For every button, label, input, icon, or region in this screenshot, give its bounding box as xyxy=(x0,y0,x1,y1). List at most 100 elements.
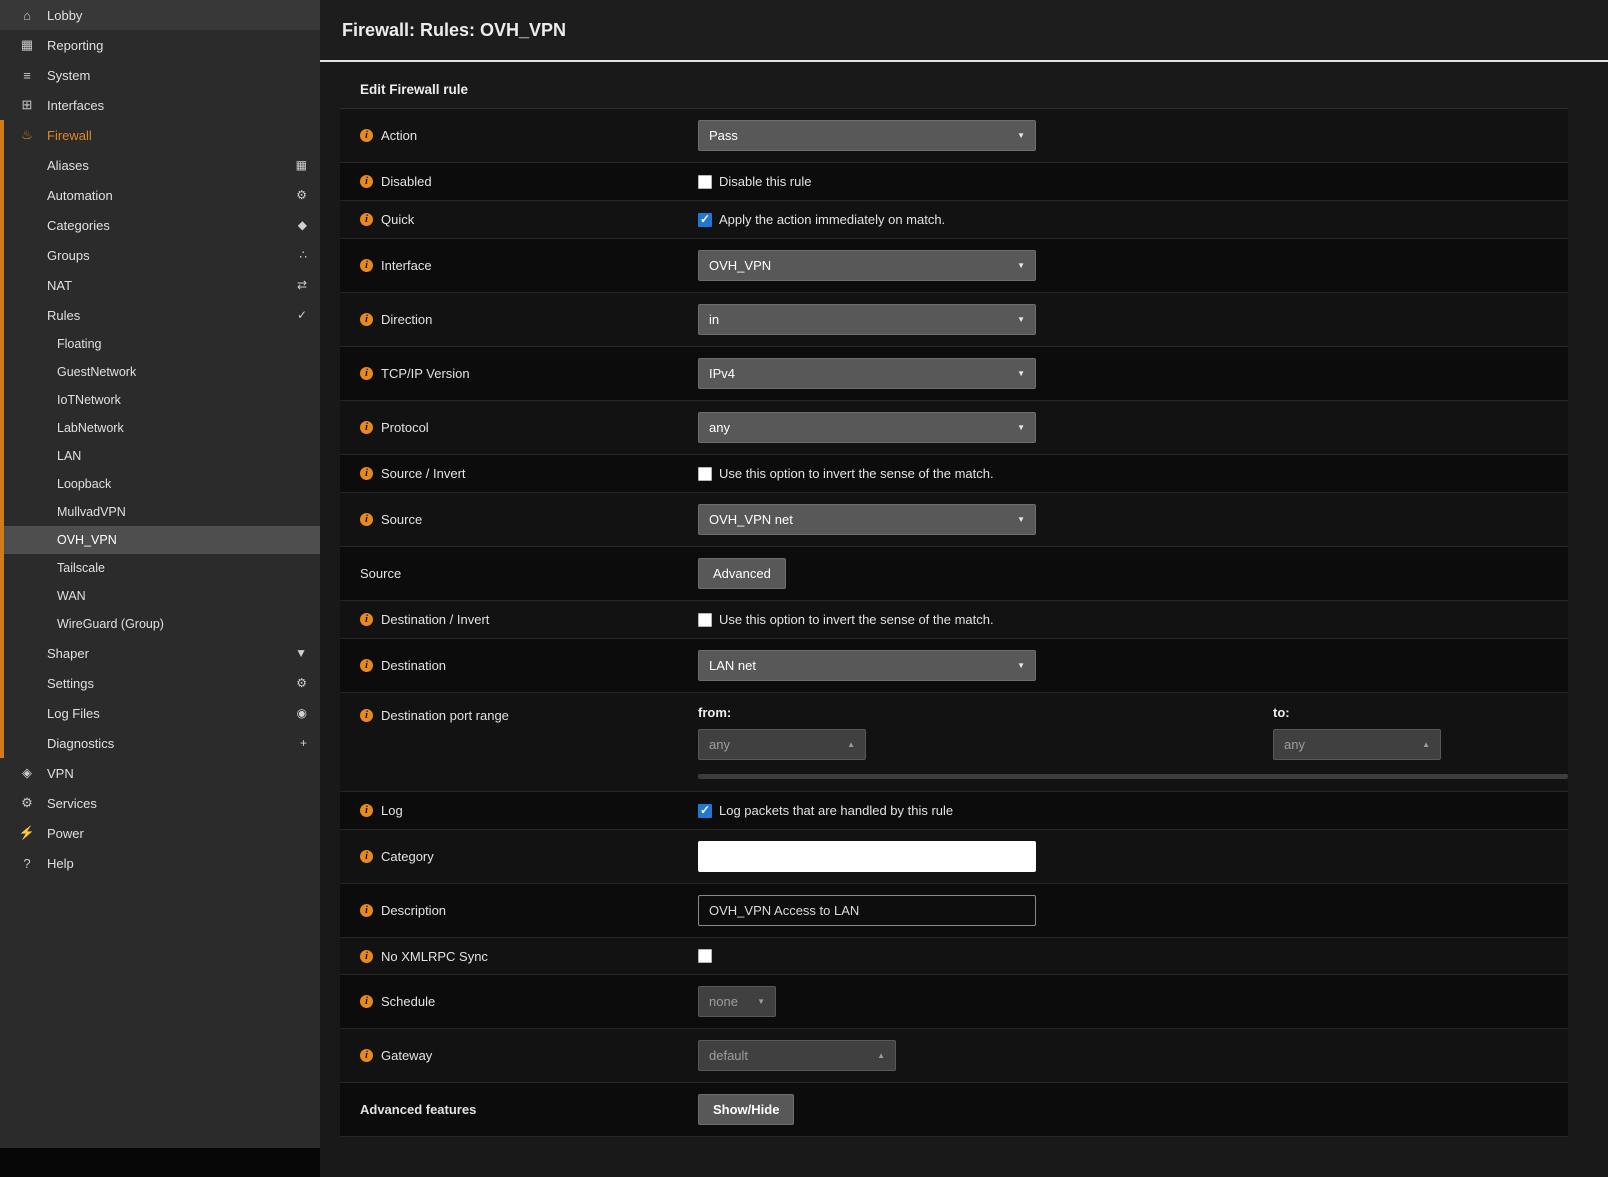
info-icon[interactable]: i xyxy=(360,129,373,142)
sidebar-item-floating[interactable]: Floating xyxy=(0,330,320,358)
info-icon[interactable]: i xyxy=(360,995,373,1008)
automation-gear-icon: ⚙ xyxy=(296,188,307,202)
sidebar-item-help[interactable]: ?Help xyxy=(0,848,320,878)
field-label: TCP/IP Version xyxy=(381,366,470,381)
sidebar-item-label: Settings xyxy=(47,676,94,691)
row-disabled: iDisabledDisable this rule xyxy=(340,163,1568,201)
source-select[interactable]: OVH_VPN net▼ xyxy=(698,504,1036,535)
info-icon[interactable]: i xyxy=(360,613,373,626)
sidebar-item-tailscale[interactable]: Tailscale xyxy=(0,554,320,582)
groups-sitemap-icon: ∴ xyxy=(299,248,307,262)
field-label-cell: Advanced features xyxy=(340,1102,698,1117)
field-label-cell: iNo XMLRPC Sync xyxy=(340,949,698,964)
field-control-cell: Advanced xyxy=(698,547,1568,600)
caret-down-icon: ▼ xyxy=(1017,369,1025,378)
info-icon[interactable]: i xyxy=(360,950,373,963)
source_invert-checkbox[interactable] xyxy=(698,467,712,481)
destination_invert-checkbox[interactable] xyxy=(698,613,712,627)
info-icon[interactable]: i xyxy=(360,850,373,863)
sidebar-item-lan[interactable]: LAN xyxy=(0,442,320,470)
info-icon[interactable]: i xyxy=(360,659,373,672)
field-label-cell: iGateway xyxy=(340,1048,698,1063)
caret-down-icon: ▼ xyxy=(757,997,765,1006)
sidebar-item-mullvadvpn[interactable]: MullvadVPN xyxy=(0,498,320,526)
field-label-cell: iAction xyxy=(340,128,698,143)
sidebar-item-groups[interactable]: Groups∴ xyxy=(0,240,320,270)
sidebar-item-loopback[interactable]: Loopback xyxy=(0,470,320,498)
caret-up-icon: ▲ xyxy=(847,740,855,749)
sidebar-item-firewall[interactable]: ♨Firewall xyxy=(0,120,320,150)
sidebar-item-power[interactable]: ⚡Power xyxy=(0,818,320,848)
info-icon[interactable]: i xyxy=(360,313,373,326)
advanced_features-button[interactable]: Show/Hide xyxy=(698,1094,794,1125)
sidebar-item-wireguard-group[interactable]: WireGuard (Group) xyxy=(0,610,320,638)
action-select[interactable]: Pass▼ xyxy=(698,120,1036,151)
field-control-cell: from:any▲to:any▲ xyxy=(698,693,1568,791)
sidebar-item-lobby[interactable]: ⌂Lobby xyxy=(0,0,320,30)
sidebar-item-reporting[interactable]: ▦Reporting xyxy=(0,30,320,60)
field-label: Source / Invert xyxy=(381,466,466,481)
info-icon[interactable]: i xyxy=(360,904,373,917)
from-port-select[interactable]: any▲ xyxy=(698,729,866,760)
info-icon[interactable]: i xyxy=(360,513,373,526)
field-control-cell: Pass▼ xyxy=(698,109,1568,162)
to-port-select[interactable]: any▲ xyxy=(1273,729,1441,760)
sidebar-item-services[interactable]: ⚙Services xyxy=(0,788,320,818)
disabled-checkbox[interactable] xyxy=(698,175,712,189)
sidebar-item-label: GuestNetwork xyxy=(57,365,136,379)
diagnostics-medkit-icon: + xyxy=(300,736,307,750)
sidebar-item-categories[interactable]: Categories◆ xyxy=(0,210,320,240)
info-icon[interactable]: i xyxy=(360,259,373,272)
row-quick: iQuickApply the action immediately on ma… xyxy=(340,201,1568,239)
destination-select[interactable]: LAN net▼ xyxy=(698,650,1036,681)
info-icon[interactable]: i xyxy=(360,421,373,434)
sidebar-item-diagnostics[interactable]: Diagnostics+ xyxy=(0,728,320,758)
info-icon[interactable]: i xyxy=(360,367,373,380)
info-icon[interactable]: i xyxy=(360,467,373,480)
quick-checkbox[interactable] xyxy=(698,213,712,227)
sidebar-item-settings[interactable]: Settings⚙ xyxy=(0,668,320,698)
protocol-select[interactable]: any▼ xyxy=(698,412,1036,443)
description-input[interactable] xyxy=(698,895,1036,926)
field-label: Interface xyxy=(381,258,432,273)
sidebar-item-wan[interactable]: WAN xyxy=(0,582,320,610)
sidebar: ⌂Lobby▦Reporting≡System⊞Interfaces♨Firew… xyxy=(0,0,320,1148)
source_advanced-button[interactable]: Advanced xyxy=(698,558,786,589)
sidebar-item-label: IoTNetwork xyxy=(57,393,121,407)
field-label: Destination port range xyxy=(381,708,509,723)
row-source: iSourceOVH_VPN net▼ xyxy=(340,493,1568,547)
sidebar-item-labnetwork[interactable]: LabNetwork xyxy=(0,414,320,442)
firewall-menu-group: ♨FirewallAliases▦Automation⚙Categories◆G… xyxy=(0,120,320,758)
horizontal-scrollbar[interactable] xyxy=(698,774,1568,779)
sidebar-item-rules[interactable]: Rules✓ xyxy=(0,300,320,330)
select-value: OVH_VPN xyxy=(709,258,771,273)
gateway-select[interactable]: default▲ xyxy=(698,1040,896,1071)
schedule-select[interactable]: none▼ xyxy=(698,986,776,1017)
sidebar-item-vpn[interactable]: ◈VPN xyxy=(0,758,320,788)
sidebar-item-iotnetwork[interactable]: IoTNetwork xyxy=(0,386,320,414)
info-icon[interactable]: i xyxy=(360,175,373,188)
field-control-cell xyxy=(698,938,1568,974)
sidebar-item-interfaces[interactable]: ⊞Interfaces xyxy=(0,90,320,120)
sidebar-item-shaper[interactable]: Shaper▼ xyxy=(0,638,320,668)
sidebar-item-nat[interactable]: NAT⇄ xyxy=(0,270,320,300)
tcpip-select[interactable]: IPv4▼ xyxy=(698,358,1036,389)
info-icon[interactable]: i xyxy=(360,213,373,226)
log-checkbox[interactable] xyxy=(698,804,712,818)
category-input[interactable] xyxy=(698,841,1036,872)
info-icon[interactable]: i xyxy=(360,709,373,722)
sidebar-item-aliases[interactable]: Aliases▦ xyxy=(0,150,320,180)
sidebar-item-label: Tailscale xyxy=(57,561,105,575)
field-control-cell xyxy=(698,884,1568,937)
sidebar-item-automation[interactable]: Automation⚙ xyxy=(0,180,320,210)
info-icon[interactable]: i xyxy=(360,1049,373,1062)
direction-select[interactable]: in▼ xyxy=(698,304,1036,335)
sidebar-item-ovh-vpn[interactable]: OVH_VPN xyxy=(0,526,320,554)
sidebar-item-guestnetwork[interactable]: GuestNetwork xyxy=(0,358,320,386)
info-icon[interactable]: i xyxy=(360,804,373,817)
caret-down-icon: ▼ xyxy=(1017,661,1025,670)
interface-select[interactable]: OVH_VPN▼ xyxy=(698,250,1036,281)
no_xmlrpc-checkbox[interactable] xyxy=(698,949,712,963)
sidebar-item-log-files[interactable]: Log Files◉ xyxy=(0,698,320,728)
sidebar-item-system[interactable]: ≡System xyxy=(0,60,320,90)
